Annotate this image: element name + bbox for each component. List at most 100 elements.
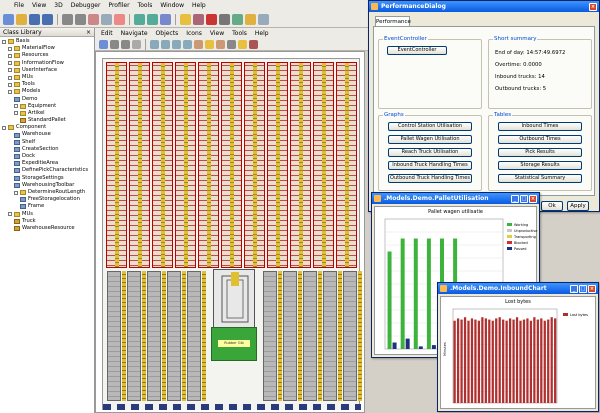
break-icon[interactable] <box>114 13 125 25</box>
tree-item[interactable]: Models <box>2 88 94 95</box>
help-icon[interactable] <box>160 13 171 25</box>
menu-view[interactable]: View <box>32 2 46 9</box>
tree-item[interactable]: Demo <box>2 96 94 103</box>
tree-item[interactable]: DefinePickCharacteristics <box>2 167 94 174</box>
animation-icon[interactable] <box>249 39 258 49</box>
frame-menu-view[interactable]: View <box>210 30 224 37</box>
pallet-wagen-utilisation-button[interactable]: Pallet Wagen Utilisation <box>388 135 472 144</box>
comment-icon[interactable] <box>205 39 214 49</box>
control-station-utilisation-button[interactable]: Control Station Utilisation <box>388 122 472 131</box>
chart-icon[interactable] <box>232 13 243 25</box>
tree-item[interactable]: Truck <box>2 218 94 225</box>
zoom-in-icon[interactable] <box>150 39 159 49</box>
save-icon[interactable] <box>29 13 40 25</box>
tree-item[interactable]: WarehousingToolbar <box>2 182 94 189</box>
close-icon[interactable]: × <box>529 194 537 203</box>
minimize-icon[interactable]: _ <box>511 194 519 203</box>
expand-icon[interactable] <box>2 39 6 44</box>
tree-item[interactable]: Frame <box>2 203 94 210</box>
tree-item[interactable]: Shelf <box>2 139 94 146</box>
tree-item[interactable]: FreeStoragelocation <box>2 196 94 203</box>
event-icon[interactable] <box>180 13 191 25</box>
menu-tools[interactable]: Tools <box>138 2 153 9</box>
outbound-times-button[interactable]: Outbound Times <box>498 135 582 144</box>
frame-menu-tools[interactable]: Tools <box>232 30 247 37</box>
frame-menu-navigate[interactable]: Navigate <box>121 30 148 37</box>
maximize-icon[interactable]: □ <box>520 194 528 203</box>
expand-icon[interactable] <box>8 75 12 80</box>
debug-icon[interactable] <box>193 13 204 25</box>
zoom-fit-icon[interactable] <box>172 39 181 49</box>
tree-item[interactable]: StorageSettings <box>2 175 94 182</box>
tree-item[interactable]: Artikel <box>2 110 94 117</box>
icon-editor-icon[interactable] <box>238 39 247 49</box>
flow-icon[interactable] <box>216 39 225 49</box>
close-icon[interactable]: × <box>86 28 91 36</box>
gear-icon[interactable] <box>219 13 230 25</box>
expand-icon[interactable] <box>8 61 12 66</box>
pick-results-button[interactable]: Pick Results <box>498 148 582 157</box>
3d-icon[interactable] <box>206 13 217 25</box>
pallet-chart-titlebar[interactable]: .Models.Demo.PalletUtilisation _ □ × <box>372 193 539 204</box>
tree-item[interactable]: InformationFlow <box>2 60 94 67</box>
folder-icon[interactable] <box>245 13 256 25</box>
menu-profiler[interactable]: Profiler <box>108 2 129 9</box>
event-controller-button[interactable]: EventController <box>387 46 447 55</box>
close-icon[interactable]: × <box>588 284 596 293</box>
window-icon[interactable] <box>258 13 269 25</box>
tree-item[interactable]: WarehouseResource <box>2 225 94 232</box>
tree-item[interactable]: Tools <box>2 81 94 88</box>
ok-button[interactable]: Ok <box>541 201 563 211</box>
grid-icon[interactable] <box>110 39 119 49</box>
tree-item[interactable]: StandardPallet <box>2 117 94 124</box>
storage-results-button[interactable]: Storage Results <box>498 161 582 170</box>
tab-performance[interactable]: Performance <box>375 16 411 26</box>
expand-icon[interactable] <box>14 104 18 109</box>
frame-menu-edit[interactable]: Edit <box>101 30 113 37</box>
expand-icon[interactable] <box>8 82 12 87</box>
inbound-chart-titlebar[interactable]: .Models.Demo.InboundChart _ □ × <box>438 283 598 294</box>
tree-item[interactable]: Resources <box>2 52 94 59</box>
menu-help[interactable]: Help <box>192 2 206 9</box>
expand-icon[interactable] <box>8 89 12 94</box>
tree-item[interactable]: MaterialFlow <box>2 45 94 52</box>
tree-item[interactable]: DetermineRoutLength <box>2 189 94 196</box>
delete-icon[interactable] <box>88 13 99 25</box>
align-icon[interactable] <box>132 39 141 49</box>
tree-item[interactable]: Dock <box>2 153 94 160</box>
cut-icon[interactable] <box>62 13 73 25</box>
inbound-times-button[interactable]: Inbound Times <box>498 122 582 131</box>
new-icon[interactable] <box>3 13 14 25</box>
statistical-summary-button[interactable]: Statistical Summary <box>498 174 582 183</box>
expand-icon[interactable] <box>8 68 12 73</box>
expand-icon[interactable] <box>8 212 12 217</box>
expand-icon[interactable] <box>8 46 12 51</box>
tree-item[interactable]: ExpeditieArea <box>2 160 94 167</box>
expand-icon[interactable] <box>2 125 6 130</box>
undo-icon[interactable] <box>101 13 112 25</box>
performance-dialog-titlebar[interactable]: PerformanceDialog × <box>369 1 599 12</box>
apply-button[interactable]: Apply <box>567 201 589 211</box>
maximize-icon[interactable]: □ <box>579 284 587 293</box>
tree-icon[interactable] <box>134 13 145 25</box>
frame-menu-icons[interactable]: Icons <box>186 30 202 37</box>
tree-item[interactable]: MUs <box>2 74 94 81</box>
expand-icon[interactable] <box>8 53 12 58</box>
model-canvas[interactable]: Rubber Gib <box>95 51 365 413</box>
reach-truck-utilisation-button[interactable]: Reach Truck Utilisation <box>388 148 472 157</box>
connector-icon[interactable] <box>121 39 130 49</box>
hand-icon[interactable] <box>227 39 236 49</box>
outbound-truck-handling-times-button[interactable]: Outbound Truck Handling Times <box>388 174 472 183</box>
copy-icon[interactable] <box>75 13 86 25</box>
frame-menu-help[interactable]: Help <box>255 30 269 37</box>
close-icon[interactable]: × <box>589 2 597 11</box>
zoom-out-icon[interactable] <box>161 39 170 49</box>
menu-window[interactable]: Window <box>160 2 184 9</box>
menu-file[interactable]: File <box>14 2 24 9</box>
tree-item[interactable]: CreateSection <box>2 146 94 153</box>
frame-menu-objects[interactable]: Objects <box>156 30 179 37</box>
save-all-icon[interactable] <box>42 13 53 25</box>
minimize-icon[interactable]: _ <box>570 284 578 293</box>
select-icon[interactable] <box>99 39 108 49</box>
expand-icon[interactable] <box>14 111 18 116</box>
